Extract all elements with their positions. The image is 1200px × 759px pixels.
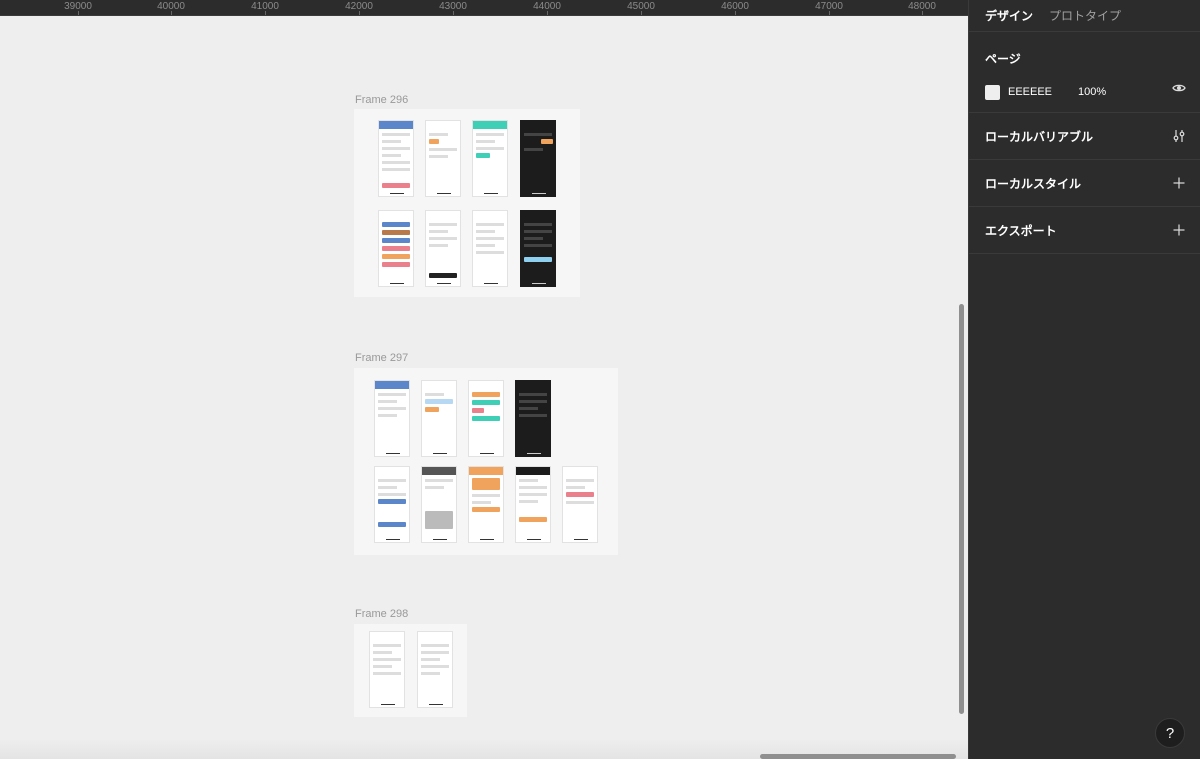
- design-canvas[interactable]: Frame 296 Frame 297 Frame 298: [0, 16, 968, 759]
- screen-thumbnail[interactable]: [374, 466, 410, 543]
- local-styles-title: ローカルスタイル: [985, 176, 1082, 191]
- help-button[interactable]: ?: [1155, 718, 1185, 748]
- horizontal-ruler: 39000 40000 41000 42000 43000 44000 4500…: [0, 0, 968, 16]
- screen-thumbnail[interactable]: [425, 120, 461, 197]
- page-color-swatch[interactable]: [985, 84, 1000, 100]
- sliders-icon[interactable]: [1172, 129, 1186, 143]
- screen-thumbnail[interactable]: [417, 631, 453, 708]
- screen-thumbnail[interactable]: [378, 120, 414, 197]
- page-fill-opacity[interactable]: 100%: [1078, 86, 1106, 98]
- screen-thumbnail[interactable]: [421, 466, 457, 543]
- frame-296-label[interactable]: Frame 296: [355, 94, 408, 106]
- frame-298-label[interactable]: Frame 298: [355, 608, 408, 620]
- vertical-scrollbar[interactable]: [959, 304, 964, 714]
- export-title: エクスポート: [985, 223, 1057, 238]
- screen-thumbnail[interactable]: [374, 380, 410, 457]
- screen-thumbnail[interactable]: [378, 210, 414, 287]
- frame-297-label[interactable]: Frame 297: [355, 352, 408, 364]
- properties-panel: デザイン プロトタイプ ページ EEEEEE 100% ローカルバリアブル ロー…: [968, 0, 1200, 759]
- panel-tabs: デザイン プロトタイプ: [969, 0, 1200, 32]
- plus-icon[interactable]: [1172, 223, 1186, 237]
- screen-thumbnail[interactable]: [468, 466, 504, 543]
- screen-thumbnail[interactable]: [472, 210, 508, 287]
- screen-thumbnail[interactable]: [520, 120, 556, 197]
- screen-thumbnail[interactable]: [369, 631, 405, 708]
- screen-thumbnail[interactable]: [515, 466, 551, 543]
- screen-thumbnail[interactable]: [520, 210, 556, 287]
- plus-icon[interactable]: [1172, 176, 1186, 190]
- page-fill-hex[interactable]: EEEEEE: [1008, 86, 1078, 98]
- frame-298[interactable]: [354, 624, 467, 717]
- screen-thumbnail[interactable]: [421, 380, 457, 457]
- screen-thumbnail[interactable]: [515, 380, 551, 457]
- screen-thumbnail[interactable]: [468, 380, 504, 457]
- frame-296[interactable]: [354, 109, 580, 297]
- local-styles-section[interactable]: ローカルスタイル: [969, 160, 1200, 207]
- local-variables-title: ローカルバリアブル: [985, 129, 1094, 144]
- screen-thumbnail[interactable]: [425, 210, 461, 287]
- export-section[interactable]: エクスポート: [969, 207, 1200, 254]
- screen-thumbnail[interactable]: [472, 120, 508, 197]
- local-variables-section[interactable]: ローカルバリアブル: [969, 113, 1200, 160]
- horizontal-scrollbar[interactable]: [760, 754, 956, 759]
- frame-297[interactable]: [354, 368, 618, 555]
- page-section-title: ページ: [985, 52, 1021, 66]
- visibility-eye-icon[interactable]: [1172, 81, 1186, 95]
- tab-prototype[interactable]: プロトタイプ: [1049, 7, 1121, 24]
- page-section: ページ EEEEEE 100%: [969, 32, 1200, 113]
- page-fill-row: EEEEEE 100%: [985, 83, 1184, 101]
- tab-design[interactable]: デザイン: [985, 7, 1033, 24]
- screen-thumbnail[interactable]: [562, 466, 598, 543]
